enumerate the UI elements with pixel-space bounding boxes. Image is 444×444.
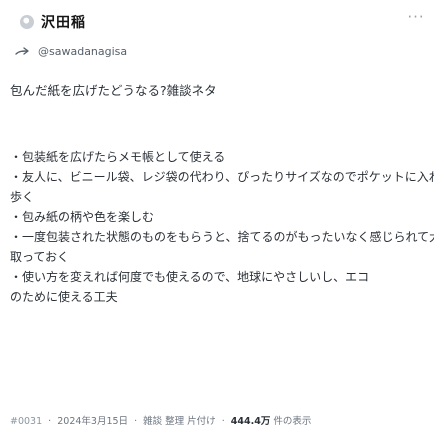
avatar[interactable] [20, 15, 34, 29]
post-date: 2024年3月15日 [57, 416, 129, 427]
post-line: ・包み紙の柄や色を楽しむ [10, 210, 155, 224]
view-count: 444.4万 [230, 416, 271, 427]
post-title: 包んだ紙を広げたどうなる?雑談ネタ [10, 83, 217, 98]
post-content: 包んだ紙を広げたどうなる?雑談ネタ ・包装紙を広げたらメモ帳として使える ・友人… [10, 82, 434, 307]
ellipsis-icon[interactable]: ··· [404, 8, 428, 26]
post-number: #0031 [10, 416, 43, 427]
display-name[interactable]: 沢田稲 [41, 12, 86, 32]
separator: · [48, 416, 52, 427]
views-label: 件の表示 [273, 416, 312, 427]
separator: · [221, 416, 225, 427]
post-line: ・包装紙を広げたらメモ帳として使える [10, 150, 226, 164]
post-line: のために使える工夫 [10, 290, 118, 304]
separator: · [134, 416, 138, 427]
link-arrow-icon [14, 44, 34, 58]
post-line: ・友人に、ビニール袋、レジ袋の代わり、ぴったりサイズなのでポケットに入れて持ち [10, 170, 434, 184]
post-meta: #0031 · 2024年3月15日 · 雑談 整理 片付け · 444.4万 … [10, 415, 434, 429]
post-line: 歩く [10, 190, 35, 204]
post-tags: 雑談 整理 片付け [143, 416, 216, 427]
handle-row[interactable]: @sawadanagisa [14, 42, 127, 60]
post-line: ・一度包装された状態のものをもらうと、捨てるのがもったいなく感じられて大事に [10, 230, 434, 244]
post-line: 取っておく [10, 250, 70, 264]
post-header: 沢田稲 ··· @sawadanagisa [12, 6, 432, 68]
post-card: 沢田稲 ··· @sawadanagisa 包んだ紙を広げたどうなる?雑談ネタ … [0, 0, 444, 444]
post-line: ・使い方を変えれば何度でも使えるので、地球にやさしいし、エコ [10, 270, 370, 284]
handle-text: @sawadanagisa [38, 44, 128, 58]
